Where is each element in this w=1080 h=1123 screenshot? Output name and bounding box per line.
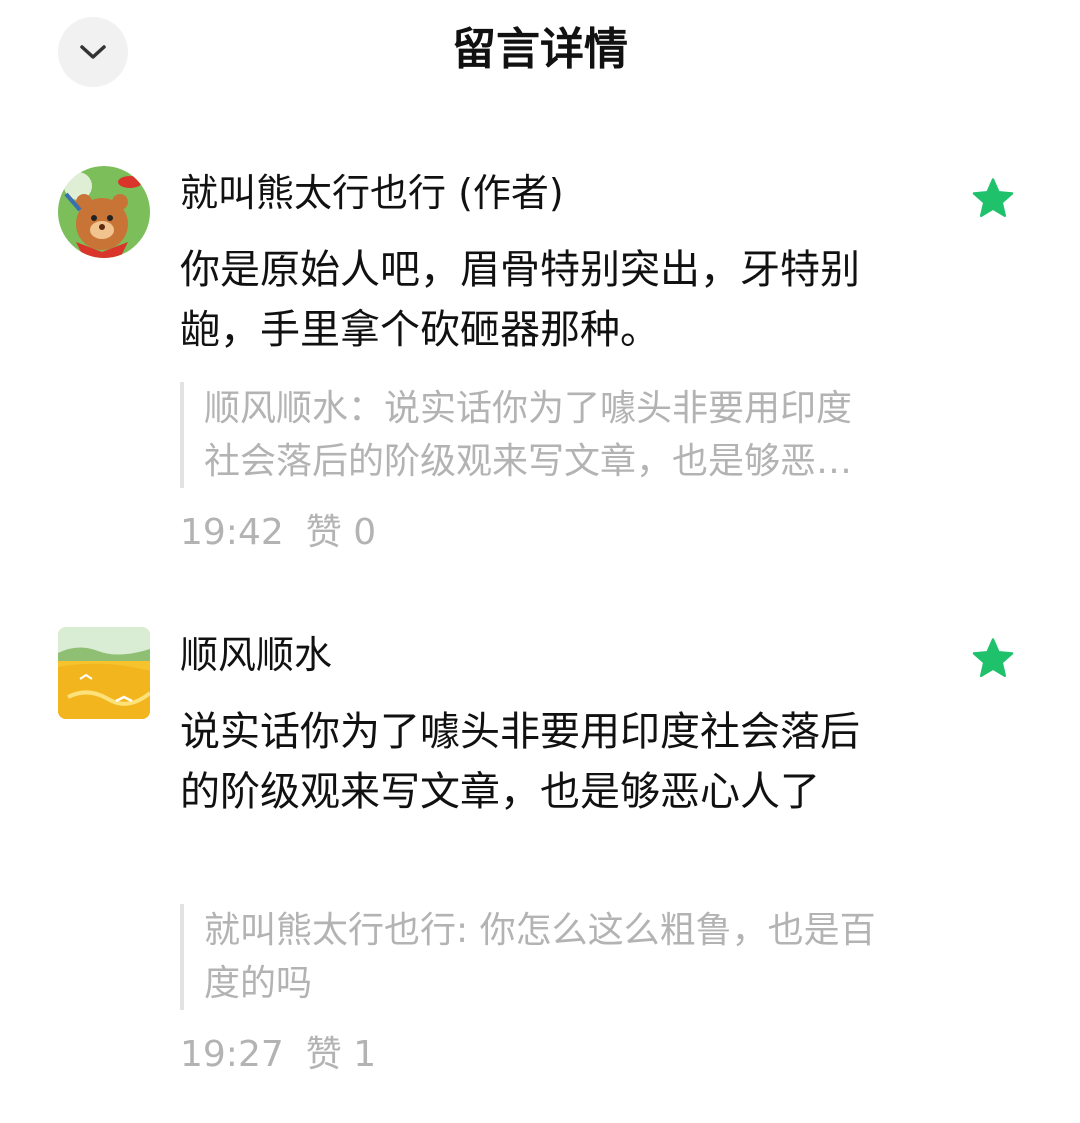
comment-username[interactable]: 就叫熊太行也行 (作者) (180, 168, 564, 218)
comment-content: 你是原始人吧，眉骨特别突出，牙特别龅，手里拿个砍砸器那种。 (180, 247, 860, 353)
landscape-avatar-icon (58, 627, 150, 719)
avatar[interactable] (58, 166, 150, 258)
like-count[interactable]: 赞 1 (306, 1034, 376, 1075)
comment-content: 说实话你为了噱头非要用印度社会落后的阶级观来写文章，也是够恶心人了 (180, 709, 860, 815)
like-count[interactable]: 赞 0 (306, 512, 376, 553)
comment-time: 19:42 (180, 512, 284, 553)
reply-quote[interactable]: 顺风顺水：说实话你为了噱头非要用印度社会落后的阶级观来写文章，也是够恶心人了 (180, 382, 880, 488)
reply-quote[interactable]: 就叫熊太行也行: 你怎么这么粗鲁，也是百度的吗 (180, 904, 880, 1010)
comment-meta: 19:27 赞 1 (180, 1030, 376, 1080)
star-icon[interactable] (970, 636, 1016, 682)
avatar[interactable] (58, 627, 150, 719)
comment-username[interactable]: 顺风顺水 (180, 630, 332, 680)
page-title: 留言详情 (452, 24, 628, 75)
reply-quote-text: 就叫熊太行也行: 你怎么这么粗鲁，也是百度的吗 (204, 910, 876, 1004)
star-icon[interactable] (970, 176, 1016, 222)
header-bar: 留言详情 (0, 0, 1080, 104)
cartoon-bear-avatar-icon (58, 166, 150, 258)
comment-meta: 19:42 赞 0 (180, 508, 376, 558)
reply-quote-text: 顺风顺水：说实话你为了噱头非要用印度社会落后的阶级观来写文章，也是够恶心人了 (204, 388, 853, 482)
comment-time: 19:27 (180, 1034, 284, 1075)
